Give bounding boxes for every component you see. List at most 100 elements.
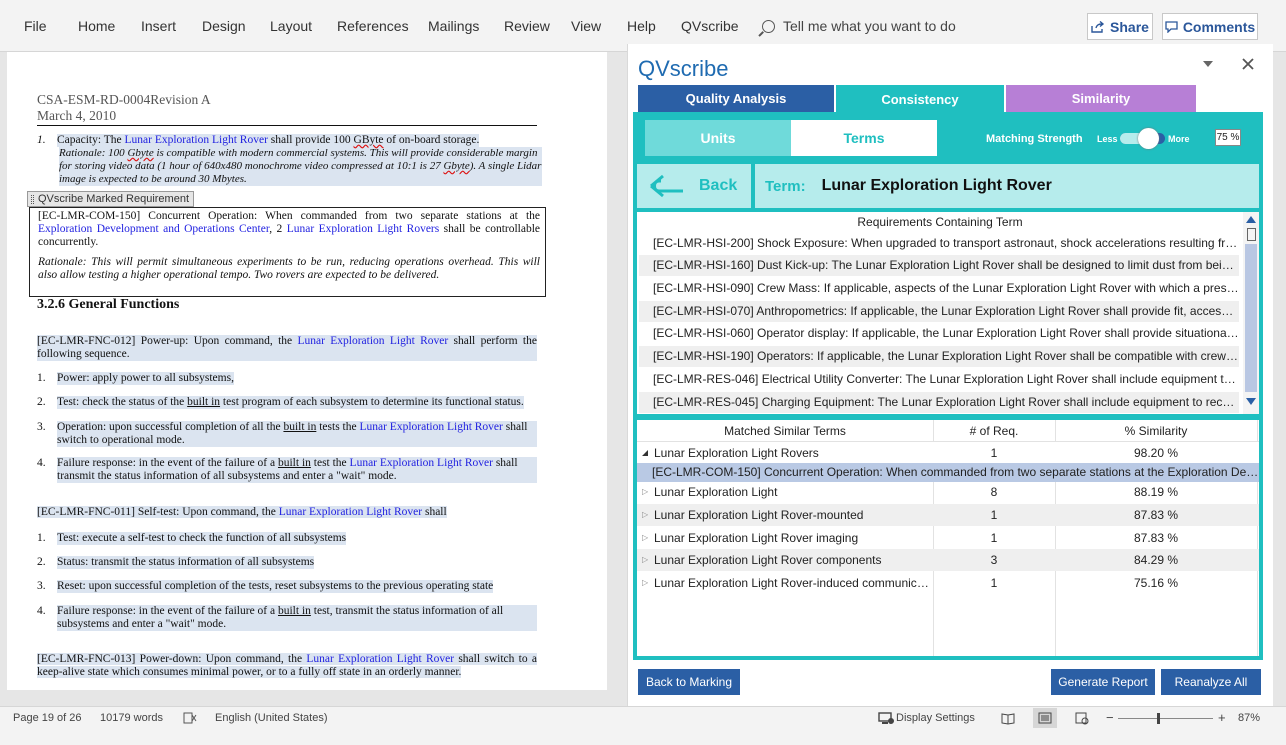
matching-strength-slider[interactable] [1120,128,1165,149]
text-segment: test the [310,457,350,469]
flagged-phrase: built in [283,421,317,433]
req-count: 8 [990,485,998,499]
tab-mailings[interactable]: Mailings [428,18,479,34]
zoom-in-icon[interactable]: + [1218,710,1226,725]
chevron-down-icon[interactable] [1203,61,1213,67]
req-count: 3 [990,553,998,567]
list-item: 3. Operation: upon successful completion… [37,421,537,447]
tab-review[interactable]: Review [504,18,550,34]
similar-terms-grid: Matched Similar Terms # of Req. % Simila… [637,420,1259,656]
req-count: 1 [990,508,998,522]
header-matched-terms[interactable]: Matched Similar Terms [637,420,933,442]
strength-value-field[interactable]: 75 % [1215,129,1241,146]
matched-term: Lunar Exploration Light Rovers [654,446,819,460]
text-segment: [EC-LMR-FNC-013] Power-down: Upon comman… [37,653,307,665]
com150-rationale: Rationale: This will permit simultaneous… [38,256,540,281]
back-to-marking-button[interactable]: Back to Marking [638,669,740,695]
table-row[interactable]: ▷ Lunar Exploration Light Rover imaging … [637,527,1259,549]
tab-similarity[interactable]: Similarity [1006,85,1196,112]
tab-quality-analysis[interactable]: Quality Analysis [638,85,834,112]
expand-icon[interactable]: ▷ [642,504,648,526]
term-value: Lunar Exploration Light Rover [821,177,1052,194]
header-similarity[interactable]: % Similarity [1055,420,1257,442]
tab-layout[interactable]: Layout [270,18,312,34]
generate-report-button[interactable]: Generate Report [1051,669,1155,695]
scroll-down-icon[interactable] [1246,398,1256,405]
share-button[interactable]: Share [1087,13,1153,40]
tab-references[interactable]: References [337,18,409,34]
read-mode-icon[interactable] [1001,712,1015,725]
tab-file[interactable]: File [24,18,47,34]
tab-view[interactable]: View [571,18,601,34]
item-number: 1. [37,532,46,544]
list-item: 1. Power: apply power to all subsystems, [37,372,537,385]
document-page[interactable]: CSA-ESM-RD-0004Revision A March 4, 2010 … [7,52,607,690]
table-row[interactable]: ▷ Lunar Exploration Light Rover-induced … [637,572,1259,594]
marked-requirement-box[interactable]: [EC-LMR-COM-150] Concurrent Operation: W… [29,207,546,297]
similarity-value: 87.83 % [1133,508,1179,522]
tab-home[interactable]: Home [78,18,115,34]
status-bar: Page 19 of 26 10179 words English (Unite… [0,706,1286,745]
proofing-icon[interactable] [183,712,197,724]
tab-qvscribe[interactable]: QVscribe [681,18,739,34]
language[interactable]: English (United States) [215,712,328,724]
list-item[interactable]: [EC-LMR-HSI-160] Dust Kick-up: The Lunar… [639,255,1239,276]
table-row[interactable]: ▷ Lunar Exploration Light Rover componen… [637,549,1259,571]
subtab-units[interactable]: Units [645,120,791,156]
web-layout-icon[interactable] [1075,712,1089,725]
close-icon[interactable] [1242,58,1254,70]
list-item-text: Test: execute a self-test to check the f… [57,532,347,545]
tab-help[interactable]: Help [627,18,656,34]
collapse-icon[interactable]: ◢ [642,442,648,464]
table-row[interactable]: ◢ Lunar Exploration Light Rovers 1 98.20… [637,442,1259,464]
zoom-level[interactable]: 87% [1238,712,1260,724]
list-item[interactable]: [EC-LMR-HSI-190] Operators: If applicabl… [639,346,1239,367]
list-item: 2. Test: check the status of the built i… [37,396,537,409]
list-item[interactable]: [EC-LMR-HSI-200] Shock Exposure: When up… [639,233,1239,254]
list-item[interactable]: [EC-LMR-HSI-070] Anthropometrics: If app… [639,301,1239,322]
table-row[interactable]: ▷ Lunar Exploration Light 8 88.19 % [637,481,1259,503]
list-item: 3. Reset: upon successful completion of t… [37,580,494,593]
text-segment: Failure response: in the event of the fa… [57,457,278,469]
scroll-up-icon[interactable] [1246,216,1256,223]
expand-icon[interactable]: ▷ [642,572,648,594]
back-button[interactable]: Back [637,164,751,208]
item-number: 3. [37,421,46,433]
expand-icon[interactable]: ▷ [642,481,648,503]
expand-icon[interactable]: ▷ [642,549,648,571]
tab-consistency[interactable]: Consistency [836,85,1004,113]
page-count[interactable]: Page 19 of 26 [13,712,82,724]
expand-icon[interactable]: ▷ [642,527,648,549]
zoom-slider[interactable] [1118,718,1213,719]
list-item[interactable]: [EC-LMR-RES-046] Electrical Utility Conv… [639,369,1239,390]
list-item: 2. Status: transmit the status informatio… [37,556,315,569]
expanded-detail-row[interactable]: [EC-LMR-COM-150] Concurrent Operation: W… [637,463,1259,482]
term-label: Term: [765,177,806,195]
print-layout-button[interactable] [1033,708,1057,728]
term-highlight: Lunar Exploration Light Rover [278,506,423,518]
slider-thumb[interactable] [1138,128,1159,149]
text-segment: Capacity: The [57,134,125,146]
scroll-thumb[interactable] [1247,228,1256,241]
header-req-count[interactable]: # of Req. [933,420,1055,442]
zoom-out-icon[interactable]: − [1106,710,1114,725]
reanalyze-all-button[interactable]: Reanalyze All [1161,669,1261,695]
word-count[interactable]: 10179 words [100,712,163,724]
grid-header: Matched Similar Terms # of Req. % Simila… [637,420,1259,442]
tell-me-search[interactable]: Tell me what you want to do [762,18,956,34]
table-row[interactable]: ▷ Lunar Exploration Light Rover-mounted … [637,504,1259,526]
display-settings[interactable]: Display Settings [896,712,975,724]
list-item[interactable]: [EC-LMR-HSI-090] Crew Mass: If applicabl… [639,278,1239,299]
slider-less-label: Less [1097,134,1118,144]
comments-label: Comments [1182,18,1256,35]
list-scrollbar[interactable] [1243,212,1259,414]
list-item[interactable]: [EC-LMR-HSI-060] Operator display: If ap… [639,323,1239,344]
comments-button[interactable]: Comments [1162,13,1258,40]
tab-insert[interactable]: Insert [141,18,176,34]
zoom-thumb[interactable] [1157,713,1160,724]
tab-design[interactable]: Design [202,18,246,34]
term-display: Term: Lunar Exploration Light Rover [755,164,1259,208]
capacity-requirement: 1. Capacity: The Lunar Exploration Light… [37,134,542,186]
list-item[interactable]: [EC-LMR-RES-045] Charging Equipment: The… [639,392,1239,413]
subtab-terms[interactable]: Terms [791,120,937,156]
